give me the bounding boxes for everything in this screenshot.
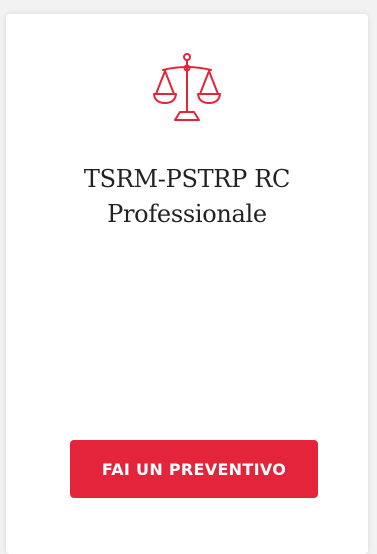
scales-of-justice-icon [153,53,221,121]
icon-container [6,50,368,130]
product-title-line1: TSRM-PSTRP RC [83,165,291,193]
get-quote-button[interactable]: FAI UN PREVENTIVO [70,440,318,498]
product-card: TSRM-PSTRP RC Professionale FAI UN PREVE… [6,14,368,554]
product-title: TSRM-PSTRP RC Professionale [6,162,368,232]
product-title-line2: Professionale [107,200,267,228]
